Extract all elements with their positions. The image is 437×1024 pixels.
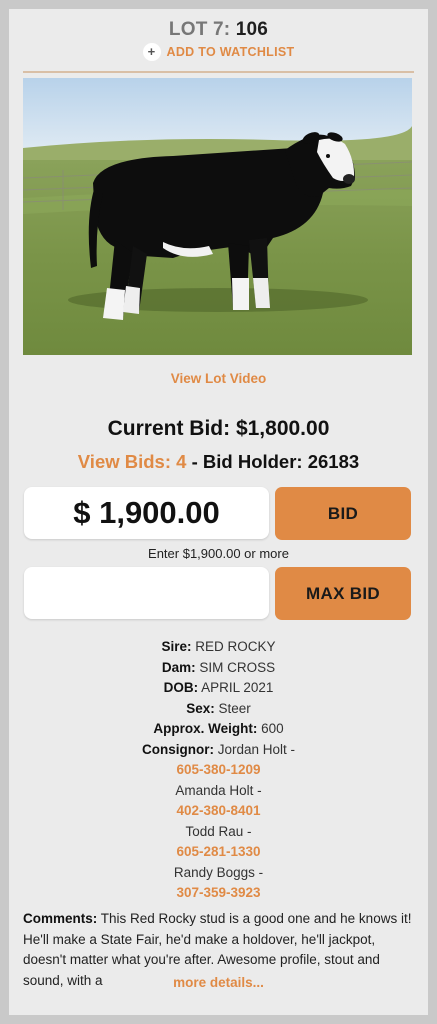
- lot-prefix: LOT 7:: [168, 19, 231, 40]
- bid-button[interactable]: BID: [275, 487, 411, 540]
- watchlist-label: ADD TO WATCHLIST: [166, 45, 295, 59]
- dam-label: Dam:: [161, 659, 196, 675]
- lot-card: LOT 7: 106 + ADD TO WATCHLIST View Lot V…: [9, 9, 428, 1015]
- weight-row: Approx. Weight: 600: [9, 719, 428, 740]
- bid-hint: Enter $1,900.00 or more: [148, 546, 289, 561]
- sire-label: Sire:: [161, 639, 192, 654]
- consignor-name: Todd Rau -: [185, 823, 252, 839]
- dob-label: DOB:: [163, 680, 199, 695]
- view-lot-video-link[interactable]: View Lot Video: [9, 371, 428, 386]
- consignor-phone-link[interactable]: 307-359-3923: [9, 883, 428, 904]
- dob-value: APRIL 2021: [201, 680, 274, 695]
- steer-photo-illustration: [23, 78, 412, 355]
- weight-value: 600: [261, 721, 284, 736]
- consignor-phone-link[interactable]: 605-380-1209: [9, 760, 428, 781]
- bid-info-line: View Bids: 4 - Bid Holder: 26183: [9, 451, 428, 473]
- view-bids-link[interactable]: View Bids: 4: [78, 451, 187, 472]
- divider: [23, 71, 414, 73]
- weight-label: Approx. Weight:: [153, 721, 258, 736]
- bid-holder-value: 26183: [307, 451, 360, 472]
- plus-icon: +: [142, 43, 161, 61]
- dam-row: Dam: SIM CROSS: [9, 658, 428, 679]
- sex-row: Sex: Steer: [9, 699, 428, 720]
- max-bid-input[interactable]: [24, 567, 269, 619]
- current-bid-value: $1,800.00: [235, 417, 330, 440]
- consignor-phone-link[interactable]: 402-380-8401: [9, 801, 428, 822]
- current-bid-label: Current Bid:: [107, 417, 231, 440]
- lot-details: Sire: RED ROCKY Dam: SIM CROSS DOB: APRI…: [9, 637, 428, 904]
- consignor-name: Amanda Holt -: [175, 782, 262, 798]
- sex-value: Steer: [218, 700, 251, 716]
- sire-row: Sire: RED ROCKY: [9, 637, 428, 658]
- sire-value: RED ROCKY: [195, 639, 276, 654]
- bid-holder-label: - Bid Holder:: [191, 451, 303, 472]
- lot-photo[interactable]: [23, 78, 412, 355]
- consignor-label: Consignor:: [141, 741, 214, 757]
- lot-title: LOT 7: 106: [9, 19, 428, 41]
- consignor-name: Randy Boggs -: [173, 864, 264, 880]
- dob-row: DOB: APRIL 2021: [9, 678, 428, 699]
- current-bid: Current Bid: $1,800.00: [9, 417, 428, 441]
- sex-label: Sex:: [186, 700, 215, 716]
- consignor-name: Jordan Holt -: [217, 741, 296, 757]
- comments-label: Comments:: [23, 911, 98, 926]
- bid-amount-field[interactable]: $ 1,900.00: [24, 487, 269, 539]
- dam-value: SIM CROSS: [199, 659, 276, 675]
- add-to-watchlist-link[interactable]: + ADD TO WATCHLIST: [9, 43, 428, 61]
- lot-number: 106: [235, 19, 269, 40]
- more-details-link[interactable]: more details...: [9, 975, 428, 990]
- consignor-phone-link[interactable]: 605-281-1330: [9, 842, 428, 863]
- consignor-row: Consignor: Jordan Holt -: [9, 740, 428, 761]
- max-bid-button[interactable]: MAX BID: [275, 567, 411, 620]
